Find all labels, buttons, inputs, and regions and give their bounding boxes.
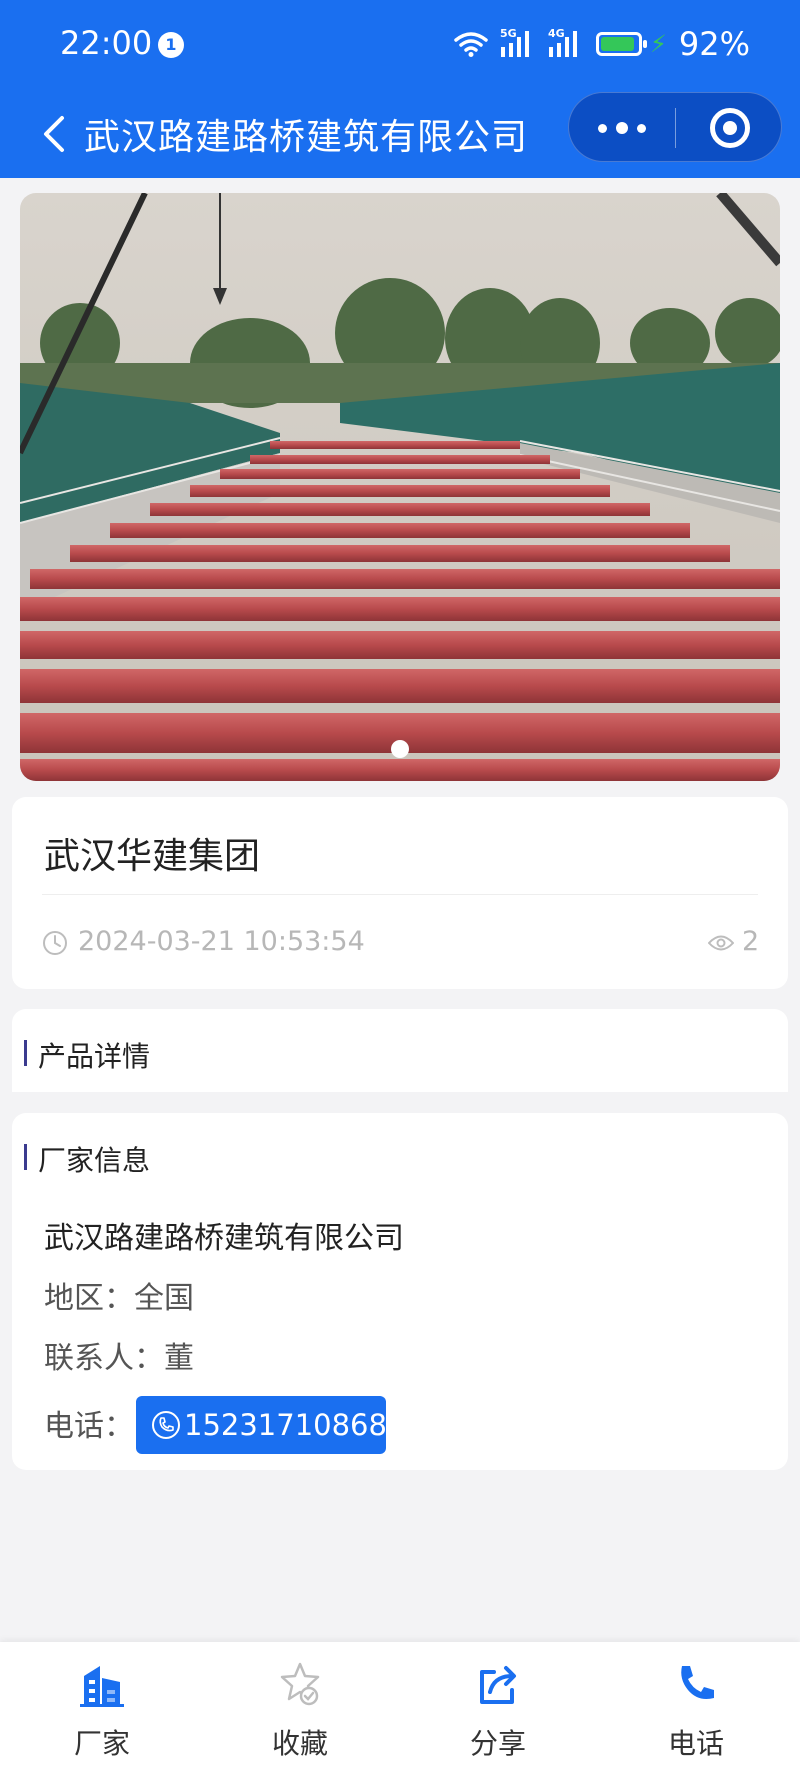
construction-photo <box>20 193 780 781</box>
notification-badge: 1 <box>158 32 184 58</box>
star-icon <box>278 1660 322 1708</box>
contact-row: 联系人：董 <box>44 1333 194 1377</box>
tab-share[interactable]: 分享 <box>398 1642 598 1777</box>
phone-number: 15231710868 <box>184 1408 387 1442</box>
wifi-icon <box>454 31 488 57</box>
tab-label: 分享 <box>469 1727 526 1760</box>
miniprogram-capsule <box>568 92 782 162</box>
phone-icon <box>150 1409 182 1441</box>
clock-icon <box>42 930 68 956</box>
share-icon <box>476 1660 520 1708</box>
product-info-card: 武汉华建集团 2024-03-21 10:53:54 2 <box>12 797 788 989</box>
battery-level <box>601 37 635 51</box>
publish-time: 2024-03-21 10:53:54 <box>78 926 365 957</box>
status-indicators: 5G 4G ⚡ 92% <box>454 25 750 63</box>
tab-manufacturer[interactable]: 厂家 <box>2 1642 202 1777</box>
tab-phone[interactable]: 电话 <box>596 1642 796 1777</box>
section-marker <box>24 1040 27 1066</box>
contact-value: 董 <box>164 1341 194 1376</box>
product-title: 武汉华建集团 <box>44 836 261 877</box>
close-miniprogram-icon[interactable] <box>676 93 783 163</box>
charging-icon: ⚡ <box>650 30 667 58</box>
contact-label: 联系人： <box>44 1341 164 1376</box>
building-icon <box>80 1660 124 1708</box>
section-heading: 厂家信息 <box>38 1144 151 1177</box>
signal-4g-icon: 4G <box>548 27 584 59</box>
region-label: 地区： <box>44 1281 134 1316</box>
product-image-carousel[interactable] <box>20 193 780 781</box>
status-time: 22:00 <box>60 24 153 62</box>
product-detail-section: 产品详情 <box>12 1009 788 1092</box>
company-name: 武汉路建路桥建筑有限公司 <box>44 1221 404 1256</box>
tab-label: 收藏 <box>271 1727 328 1760</box>
signal-5g-icon: 5G <box>500 27 536 59</box>
navigation-bar: 武汉路建路桥建筑有限公司 <box>0 90 800 178</box>
battery-percent: 92% <box>678 25 750 63</box>
region-value: 全国 <box>134 1281 194 1316</box>
tab-favorite[interactable]: 收藏 <box>200 1642 400 1777</box>
status-bar: 22:00 1 5G 4G ⚡ 92% <box>0 0 800 90</box>
more-options-icon[interactable] <box>569 93 675 163</box>
tab-label: 厂家 <box>73 1727 130 1760</box>
carousel-indicator-dot[interactable] <box>391 740 409 758</box>
bottom-navigation: 厂家 收藏 分享 电话 <box>0 1642 800 1777</box>
tab-label: 电话 <box>667 1727 724 1760</box>
back-arrow-icon[interactable] <box>36 110 72 158</box>
eye-icon <box>707 934 735 952</box>
battery-icon <box>596 32 648 56</box>
call-phone-button[interactable]: 15231710868 <box>136 1396 387 1454</box>
divider <box>42 894 758 895</box>
section-marker <box>24 1144 27 1170</box>
region-row: 地区：全国 <box>44 1273 194 1317</box>
view-count: 2 <box>742 926 760 957</box>
phone-label: 电话： <box>44 1409 134 1444</box>
header: 22:00 1 5G 4G ⚡ 92% 武汉路建路桥建筑有限公司 <box>0 0 800 178</box>
phone-icon <box>674 1660 718 1708</box>
section-heading: 产品详情 <box>38 1040 151 1073</box>
manufacturer-info-section: 厂家信息 武汉路建路桥建筑有限公司 地区：全国 联系人：董 电话： 152317… <box>12 1113 788 1470</box>
page-title: 武汉路建路桥建筑有限公司 <box>84 117 529 158</box>
